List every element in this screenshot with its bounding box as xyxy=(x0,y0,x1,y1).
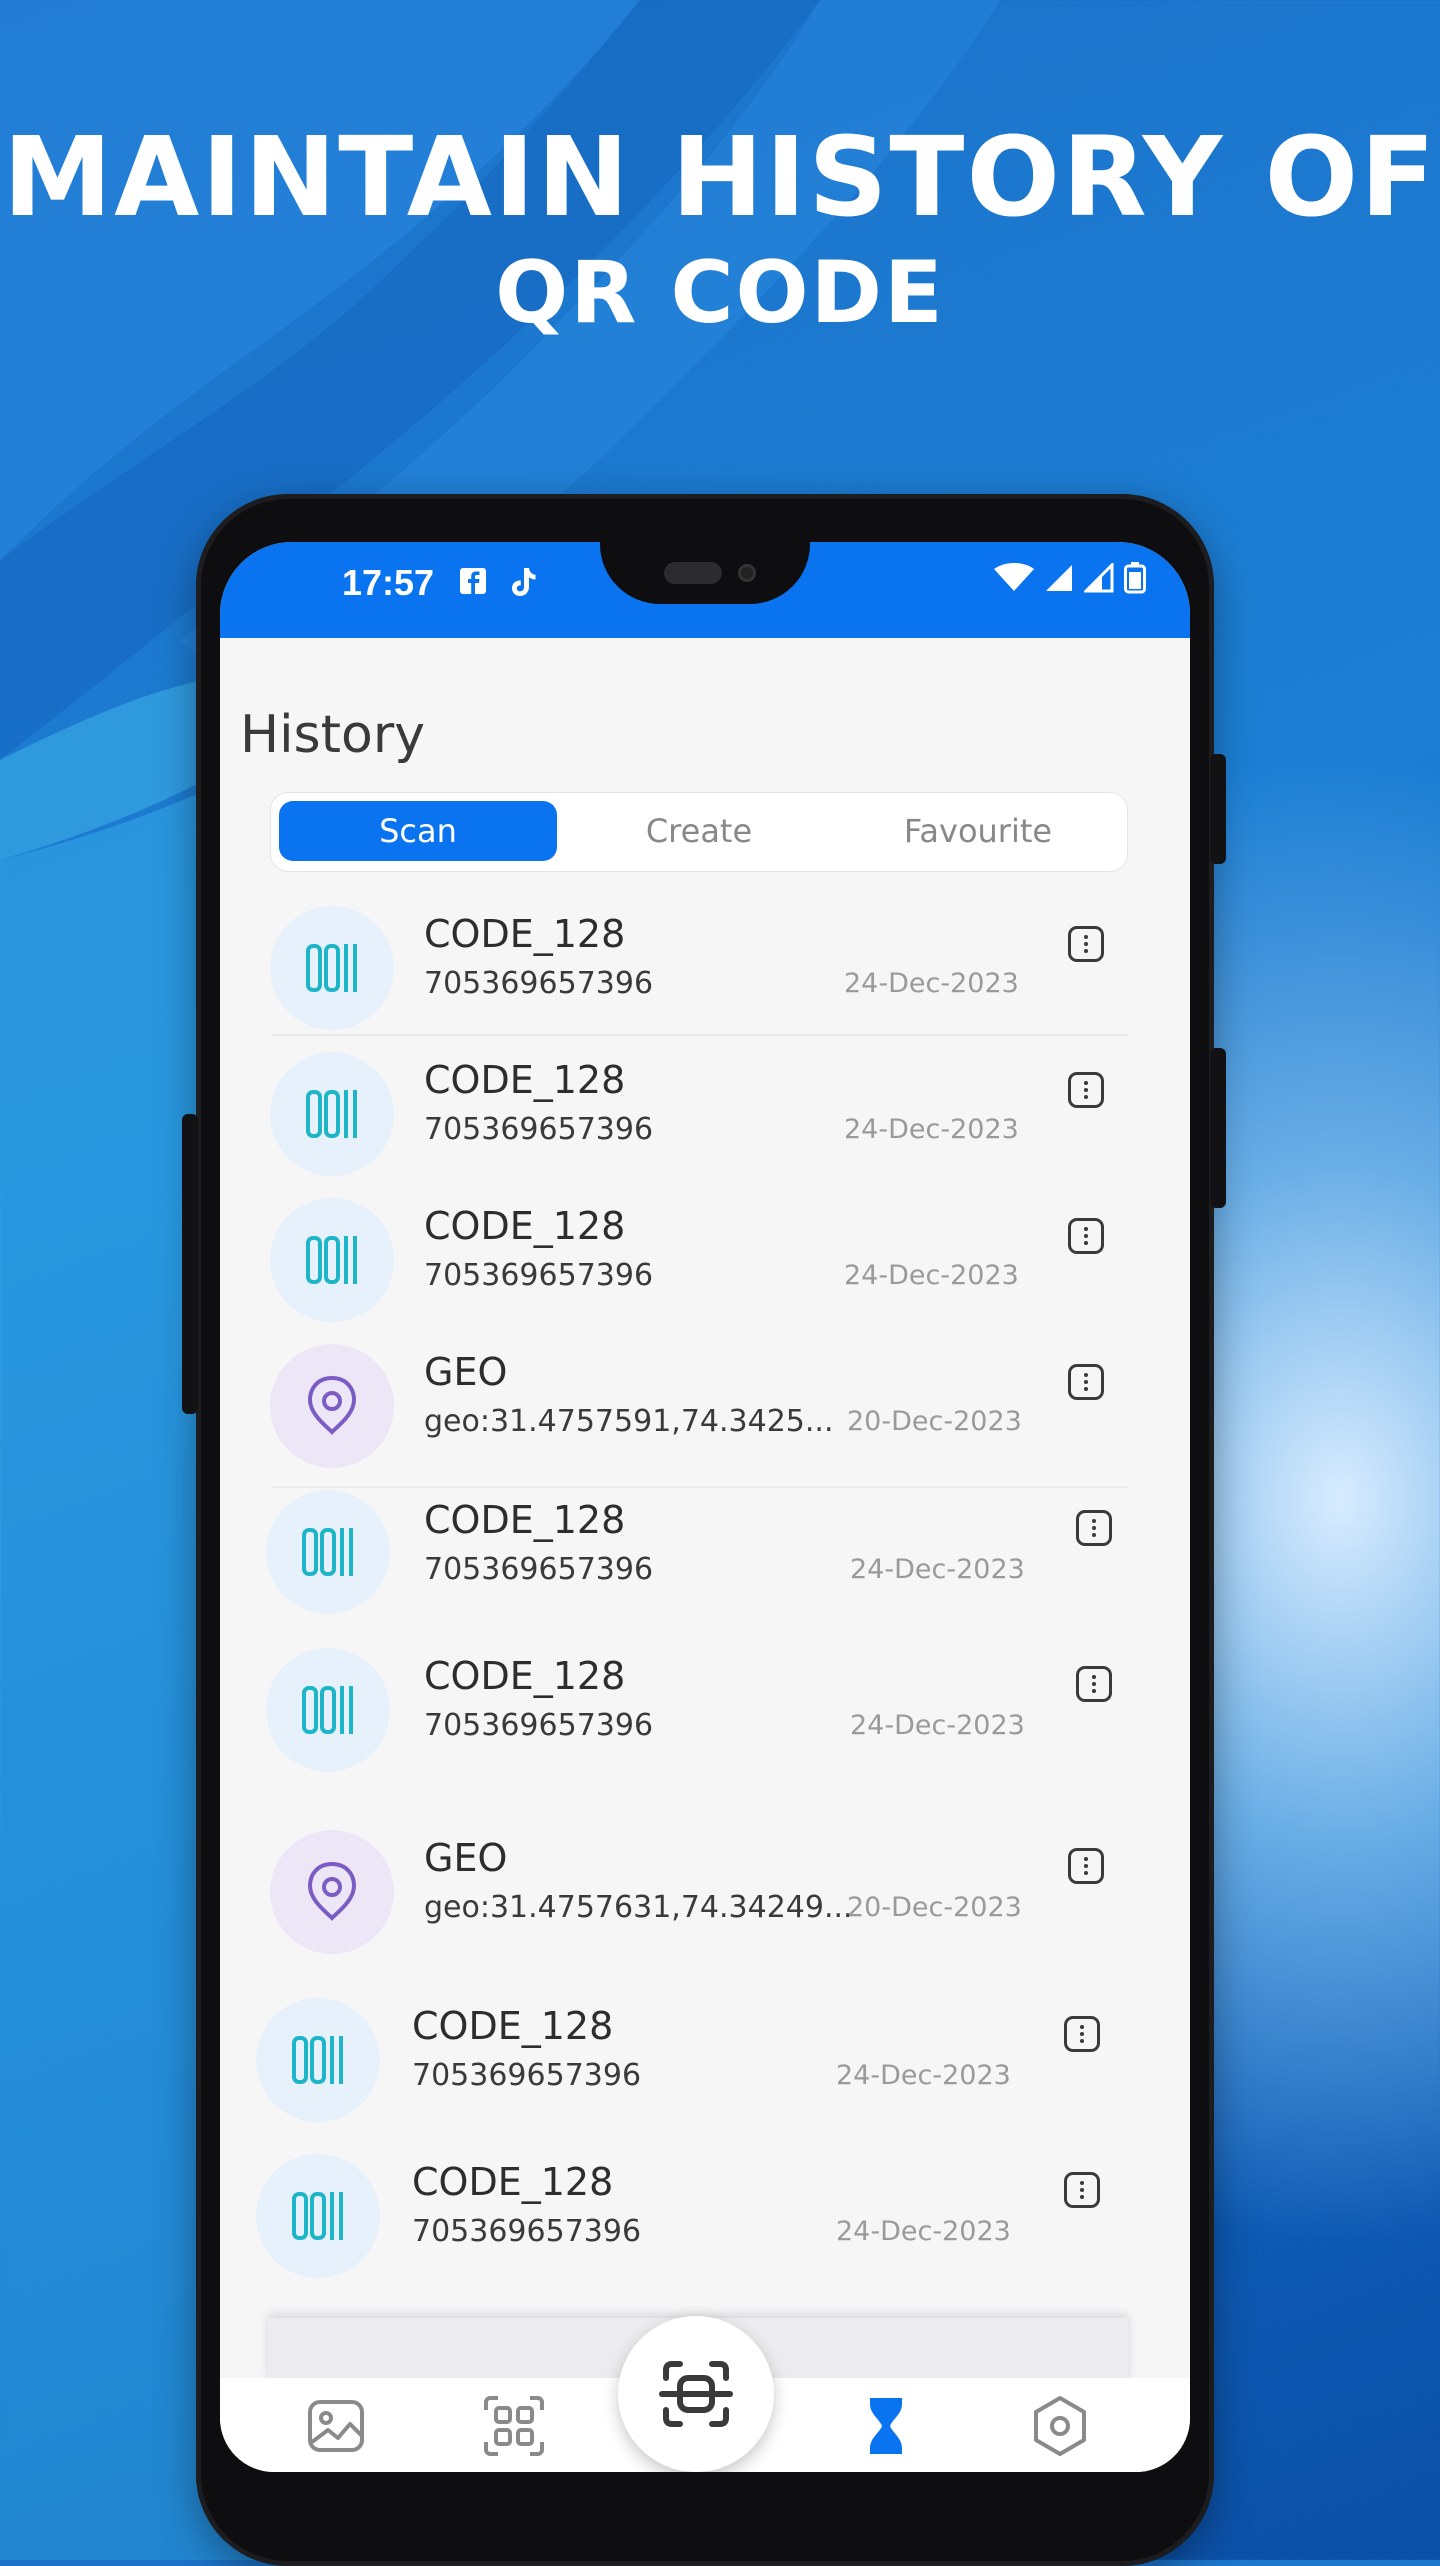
scan-button[interactable] xyxy=(618,2316,774,2472)
item-value: 705369657396 xyxy=(412,2058,642,2093)
barcode-icon xyxy=(302,1686,353,1734)
item-type: CODE_128 xyxy=(412,2004,614,2048)
barcode-avatar xyxy=(270,1052,394,1176)
nav-history[interactable] xyxy=(854,2394,918,2458)
location-pin-icon xyxy=(307,1861,357,1921)
location-pin-icon xyxy=(307,1375,357,1435)
volume-button xyxy=(182,1114,198,1414)
more-options-icon[interactable] xyxy=(1068,926,1104,962)
page-title: History xyxy=(240,705,425,765)
camera-notch xyxy=(600,542,810,604)
item-value: 705369657396 xyxy=(424,966,654,1001)
item-date: 24-Dec-2023 xyxy=(844,1114,1019,1145)
nav-qr-generate[interactable] xyxy=(482,2394,546,2458)
item-type: CODE_128 xyxy=(424,1058,626,1102)
gallery-icon xyxy=(308,2400,364,2452)
item-type: CODE_128 xyxy=(424,1498,626,1542)
tab-scan[interactable]: Scan xyxy=(279,801,557,861)
more-options-icon[interactable] xyxy=(1064,2016,1100,2052)
battery-icon xyxy=(1124,562,1146,594)
more-options-icon[interactable] xyxy=(1076,1666,1112,1702)
list-item[interactable]: CODE_128 705369657396 24-Dec-2023 xyxy=(220,1994,1190,2134)
list-item[interactable]: CODE_128 705369657396 24-Dec-2023 xyxy=(220,2150,1190,2290)
history-tabs: Scan Create Favourite xyxy=(270,792,1128,872)
headline: MAINTAIN HISTORY OF QR CODE xyxy=(0,112,1440,348)
item-value: 705369657396 xyxy=(424,1708,654,1743)
tab-create[interactable]: Create xyxy=(560,801,838,861)
item-type: GEO xyxy=(424,1836,508,1880)
barcode-avatar xyxy=(256,1998,380,2122)
item-type: GEO xyxy=(424,1350,508,1394)
signal-icon xyxy=(1046,565,1072,591)
barcode-avatar xyxy=(256,2154,380,2278)
item-date: 20-Dec-2023 xyxy=(847,1406,1022,1437)
more-options-icon[interactable] xyxy=(1068,1072,1104,1108)
signal-icon xyxy=(1084,563,1114,593)
more-options-icon[interactable] xyxy=(1076,1510,1112,1546)
item-value: 705369657396 xyxy=(424,1552,654,1587)
geo-avatar xyxy=(270,1830,394,1954)
barcode-avatar xyxy=(266,1490,390,1614)
barcode-icon xyxy=(292,2036,343,2084)
tiktok-icon xyxy=(512,568,536,596)
item-date: 24-Dec-2023 xyxy=(844,968,1019,999)
settings-icon xyxy=(1034,2396,1086,2456)
more-options-icon[interactable] xyxy=(1068,1848,1104,1884)
qr-generate-icon xyxy=(484,2396,544,2456)
list-item[interactable]: CODE_128 705369657396 24-Dec-2023 xyxy=(220,1644,1190,1784)
item-value: 705369657396 xyxy=(412,2214,642,2249)
list-item[interactable]: GEO geo:31.4757631,74.34249... 20-Dec-20… xyxy=(220,1826,1190,1966)
headline-line-2: QR CODE xyxy=(495,243,945,343)
barcode-icon xyxy=(306,1236,357,1284)
item-date: 24-Dec-2023 xyxy=(844,1260,1019,1291)
power-button-2 xyxy=(1210,1048,1226,1208)
item-value: geo:31.4757631,74.34249... xyxy=(424,1890,853,1925)
barcode-icon xyxy=(306,944,357,992)
barcode-avatar xyxy=(266,1648,390,1772)
geo-avatar xyxy=(270,1344,394,1468)
list-item[interactable]: CODE_128 705369657396 24-Dec-2023 xyxy=(220,1194,1190,1334)
scan-icon xyxy=(659,2361,733,2427)
item-type: CODE_128 xyxy=(424,1204,626,1248)
item-value: 705369657396 xyxy=(424,1258,654,1293)
barcode-avatar xyxy=(270,906,394,1030)
nav-gallery[interactable] xyxy=(304,2394,368,2458)
app-screen: 17:57 History Scan Create Favourite CODE… xyxy=(220,542,1190,2472)
barcode-icon xyxy=(292,2192,343,2240)
barcode-icon xyxy=(306,1090,357,1138)
more-options-icon[interactable] xyxy=(1068,1364,1104,1400)
item-type: CODE_128 xyxy=(424,912,626,956)
list-item[interactable]: CODE_128 705369657396 24-Dec-2023 xyxy=(220,1488,1190,1628)
item-date: 24-Dec-2023 xyxy=(836,2060,1011,2091)
more-options-icon[interactable] xyxy=(1068,1218,1104,1254)
item-value: geo:31.4757591,74.3425... xyxy=(424,1404,834,1439)
tab-favourite[interactable]: Favourite xyxy=(839,801,1117,861)
item-type: CODE_128 xyxy=(412,2160,614,2204)
list-item[interactable]: GEO geo:31.4757591,74.3425... 20-Dec-202… xyxy=(220,1340,1190,1480)
more-options-icon[interactable] xyxy=(1064,2172,1100,2208)
item-value: 705369657396 xyxy=(424,1112,654,1147)
item-type: CODE_128 xyxy=(424,1654,626,1698)
phone-frame: 17:57 History Scan Create Favourite CODE… xyxy=(182,494,1226,2566)
wifi-icon xyxy=(994,563,1034,591)
barcode-icon xyxy=(302,1528,353,1576)
list-item[interactable]: CODE_128 705369657396 24-Dec-2023 xyxy=(220,902,1190,1042)
item-date: 20-Dec-2023 xyxy=(847,1892,1022,1923)
divider xyxy=(272,1034,1128,1036)
item-date: 24-Dec-2023 xyxy=(850,1554,1025,1585)
barcode-avatar xyxy=(270,1198,394,1322)
power-button-1 xyxy=(1210,754,1226,864)
history-hourglass-icon xyxy=(870,2398,902,2454)
list-item[interactable]: CODE_128 705369657396 24-Dec-2023 xyxy=(220,1048,1190,1188)
headline-line-1: MAINTAIN HISTORY OF xyxy=(2,113,1438,241)
status-time: 17:57 xyxy=(342,562,435,603)
facebook-icon xyxy=(460,568,486,594)
nav-settings[interactable] xyxy=(1028,2394,1092,2458)
item-date: 24-Dec-2023 xyxy=(850,1710,1025,1741)
item-date: 24-Dec-2023 xyxy=(836,2216,1011,2247)
